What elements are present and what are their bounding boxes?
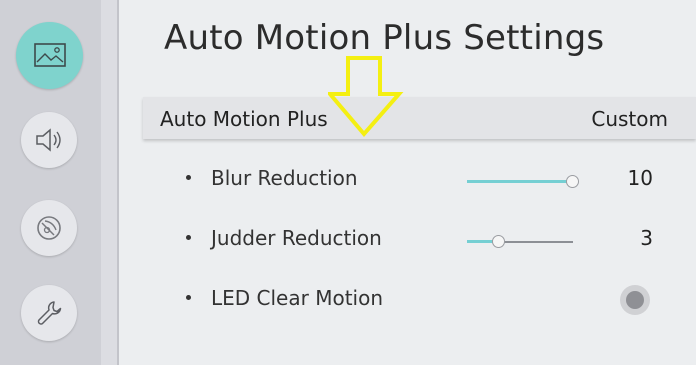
sidebar-item-support[interactable] — [21, 285, 77, 341]
bullet — [186, 295, 191, 300]
sidebar-divider — [101, 0, 117, 365]
slider-fill — [467, 180, 573, 183]
auto-motion-plus-label: Auto Motion Plus — [160, 107, 328, 131]
picture-icon — [33, 42, 67, 70]
slider-knob[interactable] — [566, 175, 579, 188]
support-wrench-icon — [33, 297, 65, 329]
blur-reduction-label: Blur Reduction — [211, 166, 358, 190]
toggle-indicator — [626, 291, 644, 309]
blur-reduction-value: 10 — [627, 166, 653, 190]
judder-reduction-value: 3 — [640, 226, 653, 250]
auto-motion-plus-row[interactable]: Auto Motion Plus Custom — [143, 97, 696, 139]
page-title: Auto Motion Plus Settings — [164, 18, 605, 58]
sidebar-item-broadcasting[interactable] — [21, 200, 77, 256]
auto-motion-plus-value: Custom — [591, 107, 668, 131]
bullet — [186, 175, 191, 180]
slider-knob[interactable] — [491, 235, 505, 248]
sidebar-item-sound[interactable] — [21, 112, 77, 168]
sidebar-item-picture[interactable] — [16, 22, 83, 89]
bullet — [186, 235, 191, 240]
blur-reduction-row[interactable]: Blur Reduction 10 — [143, 155, 696, 205]
led-clear-motion-label: LED Clear Motion — [211, 286, 384, 310]
annotation-arrow-icon — [325, 56, 404, 142]
blur-reduction-slider[interactable] — [467, 175, 579, 188]
judder-reduction-row[interactable]: Judder Reduction 3 — [143, 215, 696, 265]
led-clear-motion-row[interactable]: LED Clear Motion — [143, 275, 696, 325]
judder-reduction-slider[interactable] — [467, 235, 573, 248]
sound-icon — [33, 126, 65, 154]
led-clear-motion-toggle[interactable] — [620, 285, 650, 315]
broadcasting-icon — [33, 212, 65, 244]
judder-reduction-label: Judder Reduction — [211, 226, 382, 250]
